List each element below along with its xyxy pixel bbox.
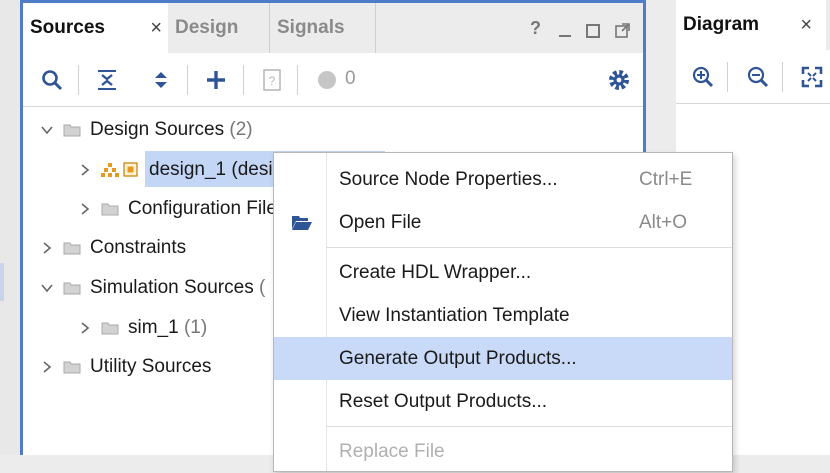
tab-design[interactable]: Design: [168, 3, 270, 53]
zoom-out-icon[interactable]: [746, 65, 770, 89]
menu-item-shortcut: Ctrl+E: [639, 169, 693, 190]
collapse-all-icon[interactable]: [95, 68, 119, 92]
toolbar-separator: [727, 62, 728, 92]
tab-signals[interactable]: Signals: [270, 3, 376, 53]
menu-item-create-hdl-wrapper[interactable]: Create HDL Wrapper...: [274, 251, 732, 294]
tree-item-label: Design Sources (2): [90, 119, 253, 140]
gear-icon[interactable]: [607, 68, 631, 92]
tab-diagram[interactable]: Diagram ×: [676, 0, 826, 50]
toolbar-separator: [187, 65, 188, 95]
diagram-tabbar: Diagram ×: [676, 0, 830, 50]
close-icon[interactable]: ×: [800, 0, 812, 50]
tree-item-label: Simulation Sources (: [90, 277, 266, 298]
chevron-right-icon[interactable]: [78, 202, 92, 216]
folder-icon: [63, 361, 81, 374]
tree-item-label: Constraints: [90, 237, 187, 258]
tree-item-label: Configuration File: [128, 198, 277, 219]
menu-item-label: Source Node Properties...: [339, 169, 558, 190]
chevron-right-icon[interactable]: [40, 360, 54, 374]
menu-item-shortcut: Alt+O: [639, 212, 688, 233]
menu-item-label: Create HDL Wrapper...: [339, 262, 532, 283]
tab-sources-label: Sources: [30, 17, 105, 38]
help-icon[interactable]: ?: [530, 17, 541, 39]
svg-text:?: ?: [269, 74, 276, 88]
fit-view-icon[interactable]: [800, 65, 824, 89]
status-count: 0: [345, 68, 356, 89]
close-icon[interactable]: ×: [150, 3, 162, 53]
menu-item-open-file[interactable]: Open File Alt+O: [274, 201, 732, 244]
menu-separator: [326, 426, 732, 427]
context-menu: Source Node Properties... Ctrl+E Open Fi…: [273, 152, 733, 472]
sources-tabbar: Sources × Design Signals ?: [23, 3, 643, 53]
chevron-right-icon[interactable]: [40, 241, 54, 255]
toolbar-separator: [78, 65, 79, 95]
diagram-toolbar: [676, 50, 830, 104]
float-icon[interactable]: [614, 23, 630, 39]
edge-marker: [0, 263, 4, 301]
hierarchy-top-icon: [123, 162, 138, 177]
tree-item-label: Utility Sources: [90, 356, 212, 377]
menu-separator: [326, 247, 732, 248]
tree-item-label: sim_1 (1): [128, 317, 208, 338]
folder-icon: [63, 242, 81, 255]
menu-item-reset-output-products[interactable]: Reset Output Products...: [274, 380, 732, 423]
chevron-down-icon[interactable]: [40, 123, 54, 137]
maximize-icon[interactable]: [585, 23, 601, 39]
menu-item-label: View Instantiation Template: [339, 305, 570, 326]
expand-all-icon[interactable]: [149, 68, 173, 92]
search-icon[interactable]: [40, 68, 64, 92]
folder-icon: [101, 322, 119, 335]
menu-item-label: Open File: [339, 212, 422, 233]
folder-icon: [101, 203, 119, 216]
folder-icon: [63, 124, 81, 137]
menu-item-label: Reset Output Products...: [339, 391, 548, 412]
left-edge-strip: [0, 0, 20, 455]
chevron-right-icon[interactable]: [78, 321, 92, 335]
toolbar-separator: [297, 65, 298, 95]
properties-icon[interactable]: ?: [260, 68, 284, 92]
folder-icon: [63, 282, 81, 295]
minimize-icon[interactable]: [557, 23, 573, 39]
toolbar-separator: [782, 62, 783, 92]
menu-item-label: Replace File: [339, 441, 445, 462]
open-folder-icon: [292, 216, 312, 230]
sources-toolbar: ? 0: [23, 53, 643, 107]
tab-sources[interactable]: Sources ×: [23, 3, 168, 53]
tab-signals-label: Signals: [277, 17, 345, 38]
status-icon: [318, 71, 336, 89]
menu-item-generate-output-products[interactable]: Generate Output Products...: [274, 337, 732, 380]
chevron-down-icon[interactable]: [40, 281, 54, 295]
chevron-right-icon[interactable]: [78, 163, 92, 177]
menu-item-label: Generate Output Products...: [339, 348, 577, 369]
menu-item-view-instantiation-template[interactable]: View Instantiation Template: [274, 294, 732, 337]
tab-diagram-label: Diagram: [683, 14, 760, 35]
menu-item-replace-file[interactable]: Replace File: [274, 430, 732, 473]
toolbar-separator: [243, 65, 244, 95]
tab-design-label: Design: [175, 17, 239, 38]
menu-item-source-node-properties[interactable]: Source Node Properties... Ctrl+E: [274, 158, 732, 201]
block-design-icon: [101, 163, 119, 177]
zoom-in-icon[interactable]: [691, 65, 715, 89]
tree-item-label: design_1 (desi: [149, 159, 273, 180]
add-icon[interactable]: [204, 68, 228, 92]
